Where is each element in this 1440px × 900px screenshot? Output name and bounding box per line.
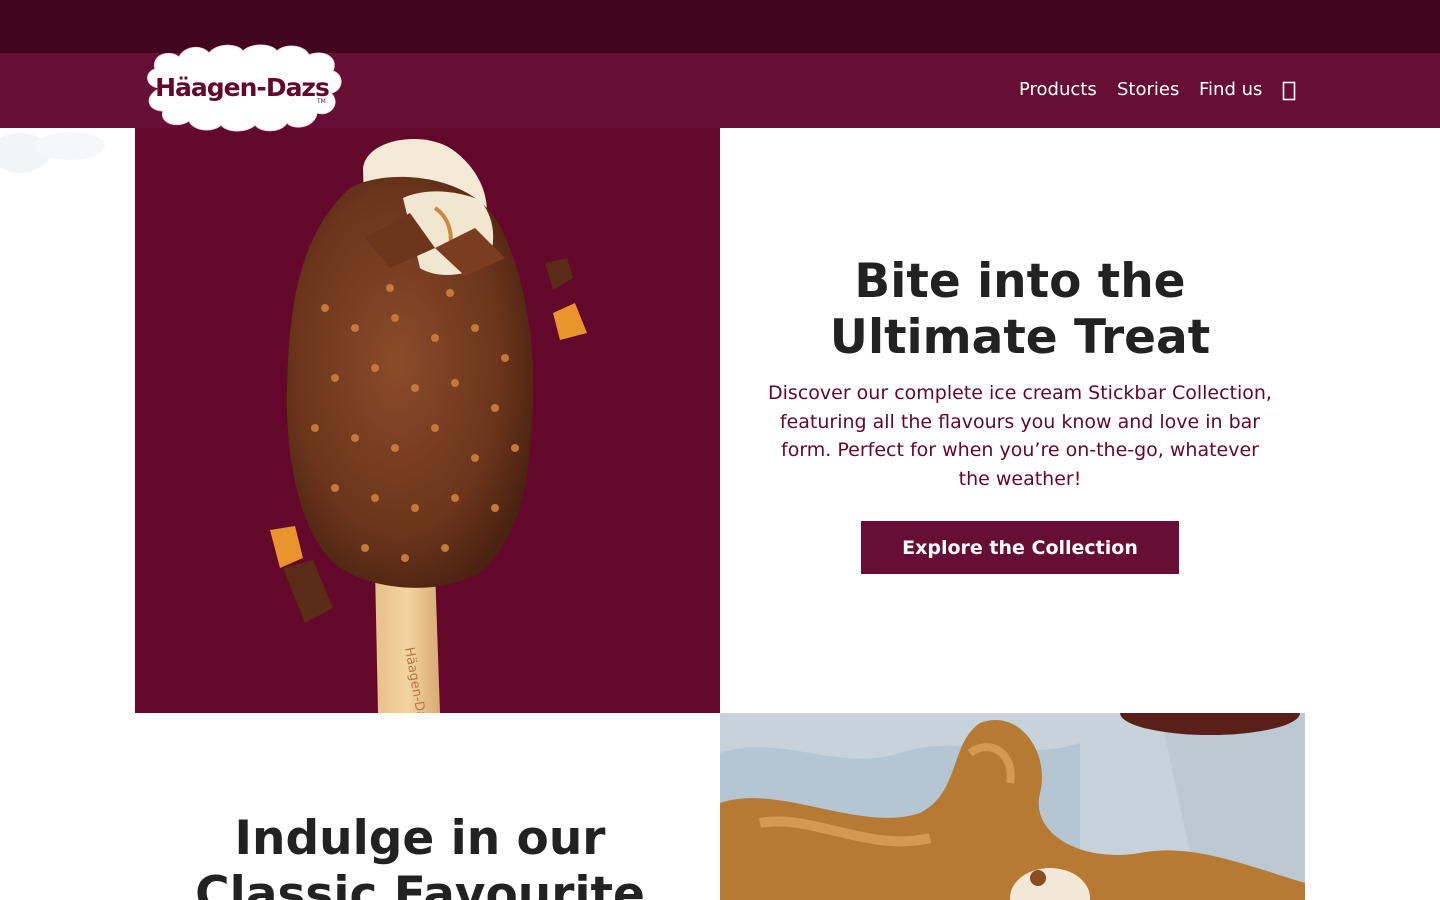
nav-link-products[interactable]: Products (1019, 79, 1097, 101)
hero-title: Bite into the Ultimate Treat (720, 254, 1320, 366)
hero-title-line-2: Ultimate Treat (829, 310, 1211, 365)
classic-favourite-image (720, 713, 1305, 900)
hero-product-image: Häagen-Dazs (135, 128, 720, 713)
svg-text:TM: TM (316, 98, 326, 105)
svg-text:Häagen-Dazs: Häagen-Dazs (155, 73, 329, 102)
classic-favourite-title: Indulge in our Classic Favourite (135, 811, 705, 900)
classic-favourite-panel: Indulge in our Classic Favourite (135, 713, 720, 900)
nav-link-find-us[interactable]: Find us (1199, 79, 1262, 101)
nav-link-stories[interactable]: Stories (1117, 79, 1179, 101)
hero-description: Discover our complete ice cream Stickbar… (768, 382, 1272, 490)
classic-title-line-1: Indulge in our (234, 811, 606, 866)
hero-title-line-1: Bite into the (854, 254, 1186, 309)
explore-collection-button[interactable]: Explore the Collection (861, 521, 1179, 574)
classic-title-line-2: Classic Favourite (195, 867, 645, 900)
location-icon[interactable] (1281, 80, 1297, 102)
brand-logo[interactable]: Häagen-Dazs TM (141, 43, 343, 133)
hero-text-panel: Bite into the Ultimate Treat Discover ou… (720, 128, 1305, 713)
background-decoration (0, 128, 135, 198)
